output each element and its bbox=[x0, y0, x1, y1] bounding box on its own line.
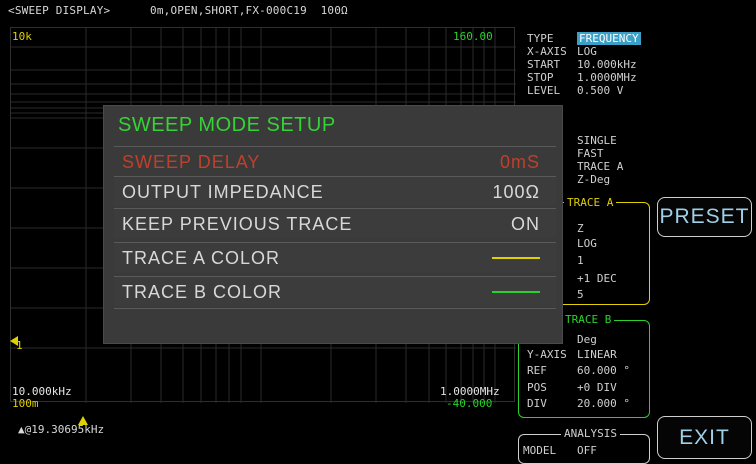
trace-b-pos: +0 DIV bbox=[577, 381, 617, 394]
start-label: START bbox=[527, 58, 561, 71]
speed-value: FAST bbox=[577, 147, 604, 160]
analysis-model-label: MODEL bbox=[523, 444, 557, 457]
start-value: 10.000kHz bbox=[577, 58, 637, 71]
trace-b-color-row[interactable]: TRACE B COLOR bbox=[114, 276, 556, 306]
trace-b-ref: 60.000 ° bbox=[577, 364, 630, 377]
trace-b-yaxis-label: Y-AXIS bbox=[527, 348, 567, 361]
screen-title: <SWEEP DISPLAY> bbox=[8, 4, 111, 17]
sweep-mode-setup-dialog: SWEEP MODE SETUP SWEEP DELAY 0mS OUTPUT … bbox=[104, 106, 562, 343]
active-trace-value: TRACE A bbox=[577, 160, 624, 173]
sweep-delay-row[interactable]: SWEEP DELAY 0mS bbox=[114, 146, 556, 176]
keep-previous-trace-row[interactable]: KEEP PREVIOUS TRACE ON bbox=[114, 208, 556, 238]
trace-b-div-label: DIV bbox=[527, 397, 547, 410]
dialog-divider bbox=[114, 308, 556, 309]
sweep-delay-value: 0mS bbox=[499, 152, 540, 172]
display-format-value: Z-Deg bbox=[577, 173, 611, 186]
trace-a-top-label: 10k bbox=[12, 30, 32, 43]
marker-index: 1 bbox=[16, 339, 23, 352]
level-label: LEVEL bbox=[527, 84, 561, 97]
trace-a-div: 5 bbox=[577, 288, 584, 301]
keep-previous-trace-value: ON bbox=[511, 214, 540, 234]
trace-a-ref: 1 bbox=[577, 254, 584, 267]
dialog-title: SWEEP MODE SETUP bbox=[118, 114, 336, 136]
trace-b-div: 20.000 ° bbox=[577, 397, 630, 410]
trace-b-ref-label: REF bbox=[527, 364, 547, 377]
trace-a-param: Z bbox=[577, 222, 584, 235]
trace-a-title: TRACE A bbox=[564, 196, 617, 209]
trace-a-color-row[interactable]: TRACE A COLOR bbox=[114, 242, 556, 272]
trace-b-title: TRACE B bbox=[562, 313, 615, 326]
level-value: 0.500 V bbox=[577, 84, 624, 97]
stop-label: STOP bbox=[527, 71, 554, 84]
trace-b-bottom-label: -40.000 bbox=[446, 397, 493, 410]
trace-b-color-label: TRACE B COLOR bbox=[122, 282, 283, 302]
xaxis-value: LOG bbox=[577, 45, 597, 58]
calibration-info: 0m,OPEN,SHORT,FX-000C19 100Ω bbox=[150, 4, 348, 17]
type-label: TYPE bbox=[527, 32, 554, 45]
analysis-title: ANALYSIS bbox=[561, 427, 620, 440]
preset-button[interactable]: PRESET bbox=[657, 197, 752, 237]
trace-a-color-swatch bbox=[492, 257, 540, 259]
stop-value: 1.0000MHz bbox=[577, 71, 637, 84]
type-value[interactable]: FREQUENCY bbox=[577, 32, 641, 45]
sweep-delay-label: SWEEP DELAY bbox=[122, 152, 261, 172]
trace-b-param: Deg bbox=[577, 333, 597, 346]
trace-b-yaxis: LINEAR bbox=[577, 348, 617, 361]
trace-b-color-swatch bbox=[492, 291, 540, 293]
trace-a-yaxis: LOG bbox=[577, 237, 597, 250]
trace-a-color-label: TRACE A COLOR bbox=[122, 248, 281, 268]
trace-b-top-label: 160.00 bbox=[453, 30, 493, 43]
trace-a-pos: +1 DEC bbox=[577, 272, 617, 285]
output-impedance-row[interactable]: OUTPUT IMPEDANCE 100Ω bbox=[114, 176, 556, 206]
sweep-mode-value: SINGLE bbox=[577, 134, 617, 147]
keep-previous-trace-label: KEEP PREVIOUS TRACE bbox=[122, 214, 353, 234]
analysis-model-value: OFF bbox=[577, 444, 597, 457]
exit-button[interactable]: EXIT bbox=[657, 416, 752, 459]
trace-a-bottom-label: 100m bbox=[12, 397, 39, 410]
marker-frequency-readout: ▲@19.30695kHz bbox=[18, 423, 105, 436]
trace-b-pos-label: POS bbox=[527, 381, 547, 394]
output-impedance-label: OUTPUT IMPEDANCE bbox=[122, 182, 324, 202]
xaxis-label: X-AXIS bbox=[527, 45, 567, 58]
output-impedance-value: 100Ω bbox=[492, 182, 540, 202]
